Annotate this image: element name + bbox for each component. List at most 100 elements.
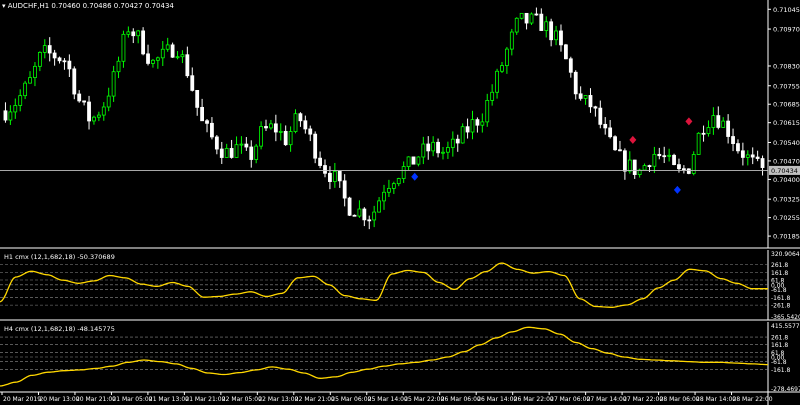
indicator-tick-label: -278.4697 [771, 386, 800, 393]
candle [426, 136, 431, 160]
candle [446, 141, 450, 159]
buy-signal-marker [673, 185, 681, 194]
sell-signal-marker [685, 117, 693, 126]
candle-body [170, 44, 175, 58]
candle-body [185, 54, 190, 77]
candle-body [318, 157, 322, 166]
candle-body [126, 31, 131, 35]
price-tick-label: 0.70830 [773, 62, 800, 70]
candle-body [588, 95, 593, 108]
candle [524, 12, 529, 30]
chart-canvas[interactable]: 0.71045 0.70970 0.70830 0.70755 0.70685 0.706… [0, 0, 800, 405]
indicator-tick-label: 261.8 [771, 335, 788, 342]
candle-body [736, 143, 740, 152]
candle-body [67, 60, 72, 70]
candle [249, 140, 254, 168]
candle-body [711, 115, 716, 128]
candle-body [13, 105, 18, 113]
candle [731, 128, 735, 152]
candle-body [234, 144, 239, 158]
candle [470, 110, 475, 140]
candle-body [362, 208, 367, 221]
indicator-tick-label: 415.5577 [771, 323, 800, 330]
indicator-tick-label: -161.8 [771, 295, 791, 302]
candle-body [77, 93, 82, 102]
candle [750, 147, 755, 165]
candle [475, 117, 480, 133]
candle-body [116, 60, 121, 73]
candle [667, 148, 672, 162]
candle-body [485, 100, 490, 123]
candle [8, 105, 13, 125]
candle-body [106, 95, 111, 108]
candle [465, 118, 470, 139]
candle [603, 117, 608, 135]
candle [214, 135, 219, 155]
candle-body [618, 149, 622, 152]
candle-body [239, 143, 244, 146]
candle-body [760, 158, 765, 168]
candle [254, 143, 259, 164]
candle-body [470, 119, 475, 133]
candle-body [382, 191, 386, 202]
candle [37, 51, 42, 72]
candle-body [514, 17, 519, 33]
time-tick-label: 25 Mar 14:00 [368, 396, 408, 403]
candle [293, 109, 298, 134]
candle-body [47, 45, 52, 54]
candle [313, 131, 318, 164]
candle-body [416, 156, 421, 165]
price-tick-label: 0.70400 [773, 176, 800, 184]
indicator-tick-label: 161.8 [771, 270, 788, 277]
candle-body [686, 168, 691, 174]
candle [278, 123, 283, 141]
chevron-down-icon[interactable]: ▾ [2, 2, 6, 10]
candle [480, 113, 485, 133]
candle [391, 181, 396, 194]
candle [755, 150, 760, 162]
price-tick-label: 0.70615 [773, 119, 800, 127]
candle [593, 105, 598, 117]
candle [706, 120, 711, 137]
candle [387, 179, 391, 197]
candle [740, 142, 745, 166]
candle-body [391, 183, 396, 189]
candle-body [677, 164, 681, 170]
candle-body [593, 106, 598, 109]
candle-body [62, 60, 67, 63]
candle [224, 143, 229, 158]
candle-body [554, 30, 558, 41]
candle-body [264, 126, 268, 129]
candle-body [745, 154, 750, 158]
candle [500, 61, 504, 74]
candle-body [328, 172, 332, 182]
candle-body [37, 51, 42, 67]
symbol-ohlc-text: AUDCHF,H1 0.70460 0.70486 0.70427 0.7043… [7, 2, 174, 10]
candle [760, 155, 765, 176]
candle-body [642, 165, 647, 171]
candle-body [92, 116, 96, 122]
candle [495, 68, 499, 99]
candle-body [524, 12, 529, 24]
candle-body [195, 89, 200, 108]
candle-body [490, 91, 495, 101]
candle-body [347, 197, 352, 216]
h1-cmx-indicator-pane: 320.9064261.8161.861.80.00-61.8-161.8-26… [0, 251, 800, 321]
candle [298, 112, 303, 127]
candle [205, 119, 209, 133]
time-tick-label: 26 Mar 06:00 [441, 396, 481, 403]
candle-body [460, 126, 465, 144]
chart-title: ▾ AUDCHF,H1 0.70460 0.70486 0.70427 0.70… [2, 2, 174, 10]
candle-body [563, 44, 568, 60]
candle [328, 166, 332, 190]
candle [519, 12, 524, 20]
candle-body [205, 120, 209, 124]
candle [160, 41, 165, 66]
time-tick-label: 28 Mar 22:00 [733, 396, 773, 403]
candle-body [372, 211, 377, 221]
candle [106, 87, 111, 112]
candle-body [583, 95, 588, 99]
candle-body [87, 101, 91, 122]
candle [72, 66, 77, 100]
candle [111, 65, 116, 102]
